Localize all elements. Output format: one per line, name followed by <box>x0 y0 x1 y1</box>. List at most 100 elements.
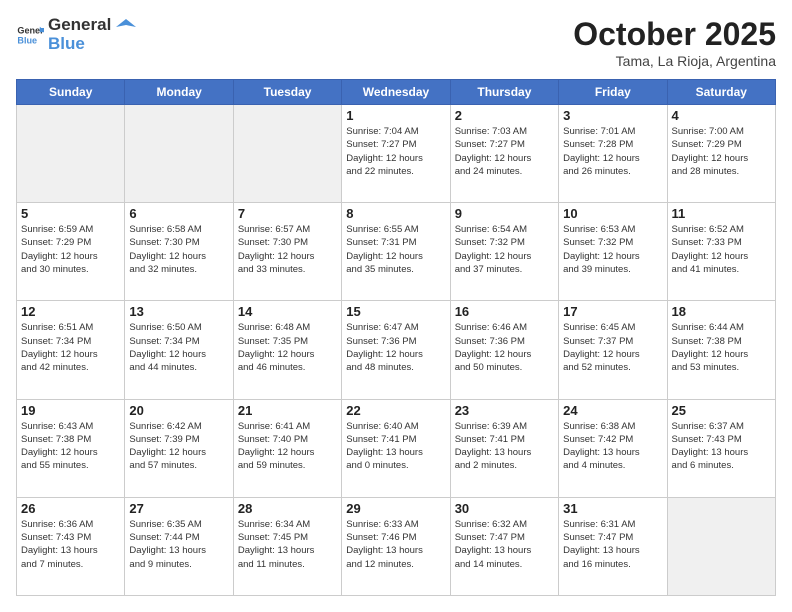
calendar-cell: 26 Sunrise: 6:36 AM Sunset: 7:43 PM Dayli… <box>17 497 125 595</box>
calendar-cell: 8Sunrise: 6:55 AM Sunset: 7:31 PM Daylig… <box>342 203 450 301</box>
day-number: 29 <box>346 501 445 516</box>
day-number: 21 <box>238 403 337 418</box>
day-number: 23 <box>455 403 554 418</box>
day-number: 7 <box>238 206 337 221</box>
day-number: 24 <box>563 403 662 418</box>
logo-blue: Blue <box>48 35 136 54</box>
svg-text:Blue: Blue <box>17 35 37 45</box>
calendar-cell: 9 Sunrise: 6:54 AM Sunset: 7:32 PM Daylig… <box>450 203 558 301</box>
location-title: Tama, La Rioja, Argentina <box>573 53 776 69</box>
calendar-day-header: Wednesday <box>342 80 450 105</box>
day-info: Sunrise: 6:34 AM Sunset: 7:45 PM Dayligh… <box>238 518 337 571</box>
day-info: Sunrise: 6:33 AM Sunset: 7:46 PM Dayligh… <box>346 518 445 571</box>
day-info: Sunrise: 6:48 AM Sunset: 7:35 PM Dayligh… <box>238 321 337 374</box>
day-info: Sunrise: 6:58 AM Sunset: 7:30 PM Dayligh… <box>129 223 228 276</box>
logo-general: General <box>48 16 136 35</box>
calendar-cell <box>17 105 125 203</box>
calendar-cell: 16Sunrise: 6:46 AM Sunset: 7:36 PM Dayli… <box>450 301 558 399</box>
day-info: Sunrise: 6:40 AM Sunset: 7:41 PM Dayligh… <box>346 420 445 473</box>
month-title: October 2025 <box>573 16 776 53</box>
calendar-cell: 19 Sunrise: 6:43 AM Sunset: 7:38 PM Dayli… <box>17 399 125 497</box>
day-info: Sunrise: 6:35 AM Sunset: 7:44 PM Dayligh… <box>129 518 228 571</box>
calendar-row: 26 Sunrise: 6:36 AM Sunset: 7:43 PM Dayli… <box>17 497 776 595</box>
calendar-cell: 27 Sunrise: 6:35 AM Sunset: 7:44 PM Dayli… <box>125 497 233 595</box>
day-info: Sunrise: 6:36 AM Sunset: 7:43 PM Dayligh… <box>21 518 120 571</box>
calendar-cell: 23 Sunrise: 6:39 AM Sunset: 7:41 PM Dayli… <box>450 399 558 497</box>
day-info: Sunrise: 6:45 AM Sunset: 7:37 PM Dayligh… <box>563 321 662 374</box>
calendar-row: 19 Sunrise: 6:43 AM Sunset: 7:38 PM Dayli… <box>17 399 776 497</box>
header: General Blue General Blue October 2025 T… <box>16 16 776 69</box>
day-info: Sunrise: 6:51 AM Sunset: 7:34 PM Dayligh… <box>21 321 120 374</box>
day-number: 6 <box>129 206 228 221</box>
calendar-cell <box>233 105 341 203</box>
calendar-cell: 24Sunrise: 6:38 AM Sunset: 7:42 PM Dayli… <box>559 399 667 497</box>
day-number: 10 <box>563 206 662 221</box>
calendar-cell: 11Sunrise: 6:52 AM Sunset: 7:33 PM Dayli… <box>667 203 775 301</box>
day-info: Sunrise: 6:37 AM Sunset: 7:43 PM Dayligh… <box>672 420 771 473</box>
day-info: Sunrise: 7:03 AM Sunset: 7:27 PM Dayligh… <box>455 125 554 178</box>
calendar-row: 5 Sunrise: 6:59 AM Sunset: 7:29 PM Daylig… <box>17 203 776 301</box>
day-number: 30 <box>455 501 554 516</box>
day-info: Sunrise: 6:54 AM Sunset: 7:32 PM Dayligh… <box>455 223 554 276</box>
day-info: Sunrise: 6:39 AM Sunset: 7:41 PM Dayligh… <box>455 420 554 473</box>
calendar-cell: 25 Sunrise: 6:37 AM Sunset: 7:43 PM Dayli… <box>667 399 775 497</box>
day-number: 13 <box>129 304 228 319</box>
calendar-day-header: Saturday <box>667 80 775 105</box>
calendar-cell: 30 Sunrise: 6:32 AM Sunset: 7:47 PM Dayli… <box>450 497 558 595</box>
day-number: 26 <box>21 501 120 516</box>
day-info: Sunrise: 6:43 AM Sunset: 7:38 PM Dayligh… <box>21 420 120 473</box>
calendar-day-header: Tuesday <box>233 80 341 105</box>
calendar-day-header: Friday <box>559 80 667 105</box>
calendar-cell: 28 Sunrise: 6:34 AM Sunset: 7:45 PM Dayli… <box>233 497 341 595</box>
day-number: 19 <box>21 403 120 418</box>
day-info: Sunrise: 6:53 AM Sunset: 7:32 PM Dayligh… <box>563 223 662 276</box>
calendar-cell: 5 Sunrise: 6:59 AM Sunset: 7:29 PM Daylig… <box>17 203 125 301</box>
title-block: October 2025 Tama, La Rioja, Argentina <box>573 16 776 69</box>
calendar-cell: 22 Sunrise: 6:40 AM Sunset: 7:41 PM Dayli… <box>342 399 450 497</box>
calendar-cell: 18 Sunrise: 6:44 AM Sunset: 7:38 PM Dayli… <box>667 301 775 399</box>
calendar-cell: 3Sunrise: 7:01 AM Sunset: 7:28 PM Daylig… <box>559 105 667 203</box>
day-info: Sunrise: 6:47 AM Sunset: 7:36 PM Dayligh… <box>346 321 445 374</box>
day-info: Sunrise: 6:42 AM Sunset: 7:39 PM Dayligh… <box>129 420 228 473</box>
calendar-cell: 4Sunrise: 7:00 AM Sunset: 7:29 PM Daylig… <box>667 105 775 203</box>
calendar-cell: 14 Sunrise: 6:48 AM Sunset: 7:35 PM Dayli… <box>233 301 341 399</box>
day-info: Sunrise: 6:59 AM Sunset: 7:29 PM Dayligh… <box>21 223 120 276</box>
day-number: 27 <box>129 501 228 516</box>
day-number: 25 <box>672 403 771 418</box>
calendar-header-row: SundayMondayTuesdayWednesdayThursdayFrid… <box>17 80 776 105</box>
day-number: 28 <box>238 501 337 516</box>
calendar-cell <box>125 105 233 203</box>
calendar-cell: 20Sunrise: 6:42 AM Sunset: 7:39 PM Dayli… <box>125 399 233 497</box>
day-number: 22 <box>346 403 445 418</box>
calendar-table: SundayMondayTuesdayWednesdayThursdayFrid… <box>16 79 776 596</box>
calendar-cell: 10 Sunrise: 6:53 AM Sunset: 7:32 PM Dayli… <box>559 203 667 301</box>
calendar-row: 12Sunrise: 6:51 AM Sunset: 7:34 PM Dayli… <box>17 301 776 399</box>
day-number: 14 <box>238 304 337 319</box>
page: General Blue General Blue October 2025 T… <box>0 0 792 612</box>
day-number: 9 <box>455 206 554 221</box>
day-info: Sunrise: 6:52 AM Sunset: 7:33 PM Dayligh… <box>672 223 771 276</box>
day-info: Sunrise: 6:31 AM Sunset: 7:47 PM Dayligh… <box>563 518 662 571</box>
calendar-row: 1Sunrise: 7:04 AM Sunset: 7:27 PM Daylig… <box>17 105 776 203</box>
calendar-cell: 6 Sunrise: 6:58 AM Sunset: 7:30 PM Daylig… <box>125 203 233 301</box>
day-number: 18 <box>672 304 771 319</box>
day-info: Sunrise: 6:57 AM Sunset: 7:30 PM Dayligh… <box>238 223 337 276</box>
calendar-day-header: Monday <box>125 80 233 105</box>
day-info: Sunrise: 6:50 AM Sunset: 7:34 PM Dayligh… <box>129 321 228 374</box>
calendar-cell: 21 Sunrise: 6:41 AM Sunset: 7:40 PM Dayli… <box>233 399 341 497</box>
day-info: Sunrise: 7:04 AM Sunset: 7:27 PM Dayligh… <box>346 125 445 178</box>
calendar-cell: 12Sunrise: 6:51 AM Sunset: 7:34 PM Dayli… <box>17 301 125 399</box>
day-info: Sunrise: 6:41 AM Sunset: 7:40 PM Dayligh… <box>238 420 337 473</box>
calendar-cell: 13 Sunrise: 6:50 AM Sunset: 7:34 PM Dayli… <box>125 301 233 399</box>
logo-bird-icon <box>116 17 136 35</box>
day-number: 5 <box>21 206 120 221</box>
day-number: 15 <box>346 304 445 319</box>
calendar-day-header: Thursday <box>450 80 558 105</box>
day-info: Sunrise: 6:32 AM Sunset: 7:47 PM Dayligh… <box>455 518 554 571</box>
calendar-cell: 17Sunrise: 6:45 AM Sunset: 7:37 PM Dayli… <box>559 301 667 399</box>
day-number: 2 <box>455 108 554 123</box>
day-number: 31 <box>563 501 662 516</box>
calendar-cell: 1Sunrise: 7:04 AM Sunset: 7:27 PM Daylig… <box>342 105 450 203</box>
day-info: Sunrise: 6:44 AM Sunset: 7:38 PM Dayligh… <box>672 321 771 374</box>
day-info: Sunrise: 6:55 AM Sunset: 7:31 PM Dayligh… <box>346 223 445 276</box>
